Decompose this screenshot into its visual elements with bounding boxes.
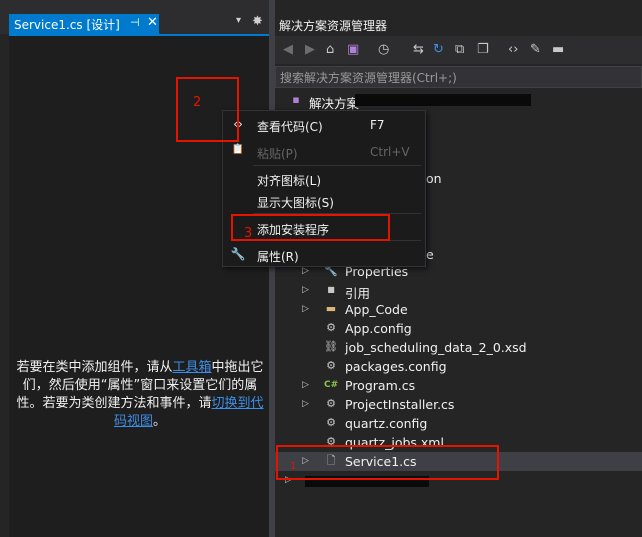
tree-item-label: App.config (345, 321, 412, 336)
forward-icon[interactable]: ▶ (305, 42, 315, 57)
menu-item-label: 查看代码(C) (257, 120, 323, 134)
tree-item-label: ProjectInstaller.cs (345, 397, 455, 412)
tree-item-app-code[interactable]: ▷ ▬ App_Code (275, 300, 642, 319)
menu-item-label: 对齐图标(L) (257, 174, 322, 188)
menu-item-properties[interactable]: 🔧 属性(R) (223, 244, 425, 266)
designer-hint-message: 若要在类中添加组件，请从工具箱中拖出它们，然后使用“属性”窗口来设置它们的属性。… (14, 359, 266, 431)
tree-item-program-cs[interactable]: ▷ C# Program.cs (275, 376, 642, 395)
annotation-box-2 (176, 77, 239, 142)
context-menu: ‹› 查看代码(C) F7 📋 粘贴(P) Ctrl+V 对齐图标(L) 显示大… (222, 110, 426, 267)
menu-item-paste: 📋 粘贴(P) Ctrl+V (223, 141, 425, 163)
collapse-all-icon[interactable]: ⧉ (455, 42, 464, 57)
expand-arrow-icon[interactable]: ▷ (302, 399, 309, 409)
menu-item-shortcut: Ctrl+V (370, 145, 410, 159)
wrench-icon[interactable]: ✎ (530, 42, 541, 57)
solution-icon: ▪ (292, 93, 300, 106)
annotation-number-1: 1 (290, 461, 297, 472)
expand-arrow-icon[interactable]: ▷ (302, 285, 309, 295)
tree-item-solution[interactable]: ▪ 解决方案 (275, 91, 642, 111)
document-tab-service1-design[interactable]: Service1.cs [设计] ⊣ ✕ (9, 14, 159, 34)
xsd-file-icon: ⛓ (324, 340, 338, 353)
config-file-icon: ⚙ (326, 321, 336, 334)
menu-item-show-large-icons[interactable]: 显示大图标(S) (223, 190, 425, 212)
folder-icon: ▬ (325, 302, 337, 315)
solution-explorer-title: 解决方案资源管理器 (279, 19, 388, 33)
tree-item-label: quartz.config (345, 416, 428, 431)
close-icon[interactable]: ✕ (147, 15, 158, 30)
pin-icon[interactable]: ⊣ (130, 16, 140, 29)
tree-item-label: App_Code (345, 302, 408, 317)
preview-icon[interactable]: ▬ (552, 42, 564, 57)
home-icon[interactable]: ⌂ (326, 42, 334, 57)
menu-item-label: 属性(R) (257, 250, 299, 264)
tab-dropdown-icon[interactable]: ▾ (236, 15, 241, 26)
menu-item-align-icons[interactable]: 对齐图标(L) (223, 168, 425, 190)
csharp-file-icon: C# (324, 380, 339, 390)
code-icon[interactable]: ‹› (508, 42, 518, 57)
tree-item-label: job_scheduling_data_2_0.xsd (345, 340, 527, 355)
refresh-icon[interactable]: ↻ (433, 42, 444, 57)
hint-text-part: 。 (153, 414, 167, 429)
partial-tree-label: e (426, 247, 434, 262)
history-icon[interactable]: ◷ (378, 42, 389, 57)
search-placeholder: 搜索解决方案资源管理器(Ctrl+;) (280, 71, 457, 85)
annotation-box-1 (276, 445, 499, 480)
menu-item-label: 粘贴(P) (257, 147, 298, 161)
tree-item-xsd[interactable]: ⛓ job_scheduling_data_2_0.xsd (275, 338, 642, 357)
back-icon[interactable]: ◀ (283, 42, 293, 57)
document-tab-title: Service1.cs [设计] (14, 17, 120, 32)
menu-separator (253, 165, 421, 166)
tree-item-quartz-config[interactable]: ⚙ quartz.config (275, 414, 642, 433)
tree-item-app-config[interactable]: ⚙ App.config (275, 319, 642, 338)
hint-text-part: 若要在类中添加组件，请从 (16, 360, 173, 375)
annotation-number-3: 3 (244, 226, 253, 241)
tree-item-project-installer[interactable]: ▷ ⚙ ProjectInstaller.cs (275, 395, 642, 414)
menu-item-view-code[interactable]: ‹› 查看代码(C) F7 (223, 114, 425, 136)
tree-item-packages-config[interactable]: ⚙ packages.config (275, 357, 642, 376)
expand-arrow-icon[interactable]: ▷ (302, 266, 309, 276)
wrench-icon: 🔧 (230, 247, 246, 261)
component-file-icon: ⚙ (326, 397, 336, 410)
expand-arrow-icon[interactable]: ▷ (302, 380, 309, 390)
menu-item-label: 显示大图标(S) (257, 196, 334, 210)
toolbox-link[interactable]: 工具箱 (172, 360, 211, 375)
config-file-icon: ⚙ (326, 416, 336, 429)
sync-icon[interactable]: ⇆ (413, 42, 424, 57)
tree-item-references[interactable]: ▷ ■ 引用 (275, 281, 642, 301)
references-icon: ■ (327, 285, 335, 294)
gear-icon[interactable]: ✸ (252, 14, 263, 29)
expand-arrow-icon[interactable]: ▷ (302, 304, 309, 314)
menu-item-shortcut: F7 (370, 118, 385, 132)
partial-tree-label: on (426, 171, 442, 186)
tree-item-label: packages.config (345, 359, 447, 374)
switch-views-icon[interactable]: ▣ (347, 42, 359, 57)
show-all-files-icon[interactable]: ❐ (477, 42, 489, 57)
annotation-box-3 (231, 214, 390, 241)
annotation-number-2: 2 (193, 95, 202, 110)
redacted-region (355, 94, 531, 106)
paste-icon: 📋 (231, 144, 245, 155)
config-file-icon: ⚙ (326, 359, 336, 372)
tree-item-label: Program.cs (345, 378, 416, 393)
